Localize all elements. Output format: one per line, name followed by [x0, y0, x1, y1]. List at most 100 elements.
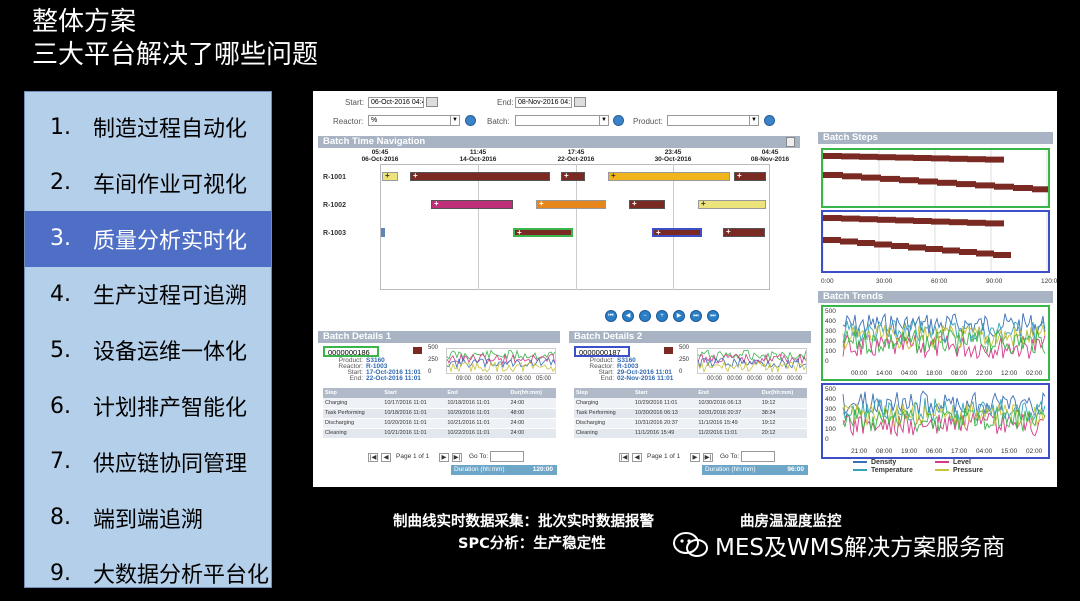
- step-segment: [1032, 186, 1052, 193]
- step-segment: [895, 154, 914, 161]
- menu-item-5[interactable]: 5. 设备运维一体化: [25, 322, 271, 378]
- first-page-icon[interactable]: |◀: [619, 453, 629, 462]
- next-page-icon[interactable]: ▶: [690, 453, 700, 462]
- menu-item-1[interactable]: 1. 制造过程自动化: [25, 99, 271, 155]
- page-indicator: Page 1 of 1: [396, 453, 430, 460]
- chevron-down-icon: ▼: [749, 116, 758, 125]
- prev-icon[interactable]: ◀: [622, 310, 634, 322]
- table-row[interactable]: Cleaning 10/21/2016 11:01 10/22/2016 11:01…: [323, 428, 556, 439]
- product-go-icon[interactable]: [764, 115, 775, 126]
- trend-x-tick: 14:00: [876, 370, 893, 377]
- batch-bar[interactable]: +: [536, 199, 606, 209]
- next-page-icon[interactable]: ▶: [439, 453, 449, 462]
- export-icon[interactable]: [786, 137, 795, 147]
- table-row[interactable]: Discharging 10/31/2016 20:37 11/1/2016 15:…: [574, 418, 807, 429]
- next-icon[interactable]: ▶: [673, 310, 685, 322]
- menu-item-2[interactable]: 2. 车间作业可视化: [25, 155, 271, 211]
- menu-item-4[interactable]: 4. 生产过程可追溯: [25, 266, 271, 322]
- steps-x-tick: 90:00: [986, 278, 1003, 285]
- table-header[interactable]: Start: [382, 388, 446, 398]
- batch-id-box[interactable]: 0000000187: [574, 346, 630, 357]
- start-calendar-icon[interactable]: [426, 97, 438, 107]
- end-input[interactable]: 08-Nov-2016 04:: [515, 97, 572, 108]
- end-icon[interactable]: ⏭: [707, 310, 719, 322]
- table-row[interactable]: Cleaning 11/1/2016 15:49 11/2/2016 11:01 20…: [574, 428, 807, 439]
- table-row[interactable]: Task Performing 10/18/2016 11:01 10/20/201…: [323, 408, 556, 419]
- details-title: Batch Details 2: [569, 331, 811, 343]
- batch-bar[interactable]: +: [629, 199, 665, 209]
- page-indicator: Page 1 of 1: [647, 453, 681, 460]
- batch-bar[interactable]: +: [382, 171, 398, 181]
- table-cell: 11/1/2016 15:49: [696, 418, 760, 429]
- batch-bar[interactable]: +: [608, 171, 730, 181]
- table-row[interactable]: Charging 10/29/2016 11:01 10/30/2016 06:13…: [574, 398, 807, 409]
- batch-bar[interactable]: +: [410, 171, 550, 181]
- prev-page-icon[interactable]: ◀: [381, 453, 391, 462]
- zoom-in-icon[interactable]: +: [656, 310, 668, 322]
- menu-item-label: 大数据分析平台化: [93, 563, 270, 589]
- step-segment: [823, 172, 843, 178]
- menu-item-7[interactable]: 7. 供应链协同管理: [25, 434, 271, 490]
- step-segment: [931, 218, 950, 225]
- zoom-out-icon[interactable]: −: [639, 310, 651, 322]
- table-row[interactable]: Charging 10/17/2016 11:01 10/18/2016 11:01…: [323, 398, 556, 409]
- table-header[interactable]: Step: [574, 388, 633, 398]
- menu-item-6[interactable]: 6. 计划排产智能化: [25, 378, 271, 434]
- table-header[interactable]: End: [696, 388, 760, 398]
- batch-bar[interactable]: [381, 228, 385, 237]
- trend-x-tick: 12:00: [1001, 370, 1018, 377]
- table-cell: 10/18/2016 11:01: [445, 398, 509, 409]
- menu-item-8[interactable]: 8. 端到端追溯: [25, 490, 271, 546]
- menu-item-3[interactable]: 3. 质量分析实时化: [25, 210, 271, 267]
- batch-select[interactable]: ▼: [515, 115, 609, 126]
- expand-icon: +: [726, 227, 731, 236]
- table-header[interactable]: End: [445, 388, 509, 398]
- prev-page-icon[interactable]: ◀: [632, 453, 642, 462]
- menu-item-9[interactable]: 9. 大数据分析平台化: [25, 545, 271, 601]
- legend-label: Density: [871, 459, 897, 466]
- batch-go-icon[interactable]: [613, 115, 624, 126]
- expand-icon: +: [611, 171, 616, 180]
- table-cell: 48:00: [508, 408, 556, 419]
- product-select[interactable]: ▼: [667, 115, 759, 126]
- legend-label: Level: [953, 459, 971, 466]
- table-row[interactable]: Task Performing 10/30/2016 06:13 10/31/201…: [574, 408, 807, 419]
- steps-x-tick: 120:00: [1041, 278, 1057, 285]
- table-header[interactable]: Start: [633, 388, 697, 398]
- table-header[interactable]: Dur(hh:mm): [759, 388, 807, 398]
- nav-date-header: 17:45 22-Oct-2016: [546, 149, 606, 163]
- mini-x-tick: 06:00: [516, 376, 532, 382]
- menu-item-number: 1.: [50, 114, 71, 140]
- last-page-icon[interactable]: ▶|: [452, 453, 462, 462]
- mini-y-tick: 250: [679, 357, 690, 363]
- batch-bar[interactable]: +: [513, 228, 573, 237]
- steps-panel-title: Batch Steps: [818, 132, 1053, 144]
- table-cell: 24:00: [508, 418, 556, 429]
- last-icon[interactable]: ⏭: [690, 310, 702, 322]
- batch-bar[interactable]: +: [723, 227, 765, 237]
- goto-input[interactable]: [490, 451, 524, 462]
- batch-bar[interactable]: +: [561, 171, 585, 181]
- goto-input[interactable]: [741, 451, 775, 462]
- steps-chart-1: [821, 148, 1052, 208]
- table-cell: Discharging: [323, 418, 383, 429]
- first-icon[interactable]: ⏮: [605, 310, 617, 322]
- batch-bar[interactable]: +: [698, 199, 766, 209]
- batch-bar[interactable]: +: [652, 228, 702, 237]
- nav-date-date: 22-Oct-2016: [557, 156, 595, 163]
- start-input[interactable]: 06-Oct-2016 04:4: [368, 97, 424, 108]
- batch-color-swatch: [664, 347, 673, 354]
- table-row[interactable]: Discharging 10/20/2016 11:01 10/21/2016 11…: [323, 418, 556, 429]
- last-page-icon[interactable]: ▶|: [703, 453, 713, 462]
- table-header[interactable]: Step: [323, 388, 383, 398]
- first-page-icon[interactable]: |◀: [368, 453, 378, 462]
- duration-bar: Duration (hh:mm) 120:00: [451, 465, 557, 475]
- table-header[interactable]: Dur(hh:mm): [508, 388, 556, 398]
- reactor-go-icon[interactable]: [465, 115, 476, 126]
- batch-bar[interactable]: +: [734, 171, 766, 181]
- batch-id-box[interactable]: 0000000186: [323, 346, 379, 357]
- end-calendar-icon[interactable]: [574, 97, 586, 107]
- batch-bar[interactable]: +: [431, 199, 513, 209]
- menu-item-label: 生产过程可追溯: [93, 284, 248, 310]
- reactor-select[interactable]: % ▼: [368, 115, 460, 126]
